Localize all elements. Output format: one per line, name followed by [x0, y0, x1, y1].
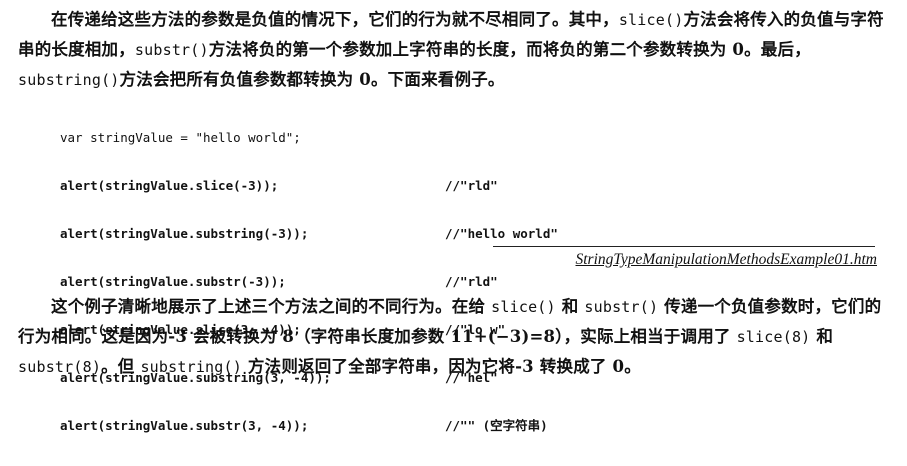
code-line: var stringValue = "hello world";	[60, 130, 558, 146]
inline-code-substring: substring()	[18, 71, 120, 89]
inline-code-slice-8: slice(8)	[736, 328, 811, 346]
code-comment: //"hello world"	[445, 226, 558, 241]
inline-code-substr: substr()	[584, 298, 659, 316]
code-block: var stringValue = "hello world"; alert(s…	[60, 98, 558, 466]
intro-paragraph: 在传递给这些方法的参数是负值的情况下，它们的行为就不尽相同了。其中，slice(…	[18, 5, 888, 95]
code-comment: //"" (空字符串)	[445, 418, 548, 433]
code-line: alert(stringValue.substr(-3)); //"rld"	[60, 274, 558, 290]
code-statement: alert(stringValue.substr(-3));	[60, 274, 286, 289]
example-filename: StringTypeManipulationMethodsExample01.h…	[575, 251, 878, 268]
inline-code-slice: slice()	[491, 298, 556, 316]
text-run: 方法则返回了全部字符串，因为它将-3 转换成了 0。	[241, 357, 641, 376]
explanation-paragraph: 这个例子清晰地展示了上述三个方法之间的不同行为。在给 slice() 和 sub…	[18, 292, 888, 382]
inline-code-substring: substring()	[140, 358, 242, 376]
inline-code-slice: slice()	[618, 11, 684, 29]
text-run: 方法会把所有负值参数都转换为 0。下面来看例子。	[119, 70, 505, 89]
text-run: 。但	[101, 357, 141, 376]
code-statement: var stringValue = "hello world";	[60, 130, 301, 145]
text-run: 在传递给这些方法的参数是负值的情况下，它们的行为就不尽相同了。其中，	[51, 10, 619, 29]
code-comment: //"rld"	[445, 178, 498, 193]
code-statement: alert(stringValue.slice(-3));	[60, 178, 279, 193]
text-run: 和	[810, 327, 834, 346]
code-line: alert(stringValue.substr(3, -4)); //"" (空…	[60, 418, 558, 434]
inline-code-substr: substr()	[134, 41, 209, 59]
code-statement: alert(stringValue.substring(-3));	[60, 226, 309, 241]
document-page: 在传递给这些方法的参数是负值的情况下，它们的行为就不尽相同了。其中，slice(…	[0, 0, 907, 433]
code-line: alert(stringValue.substring(-3)); //"hell…	[60, 226, 558, 242]
code-line: alert(stringValue.slice(-3)); //"rld"	[60, 178, 558, 194]
code-statement: alert(stringValue.substr(3, -4));	[60, 418, 309, 433]
filename-divider	[493, 246, 875, 247]
inline-code-substr-8: substr(8)	[18, 358, 102, 376]
text-run: 方法将负的第一个参数加上字符串的长度，而将负的第二个参数转换为 0。最后，	[208, 40, 811, 59]
code-comment: //"rld"	[445, 274, 498, 289]
text-run: 和	[555, 297, 585, 316]
text-run: 这个例子清晰地展示了上述三个方法之间的不同行为。在给	[51, 297, 492, 316]
